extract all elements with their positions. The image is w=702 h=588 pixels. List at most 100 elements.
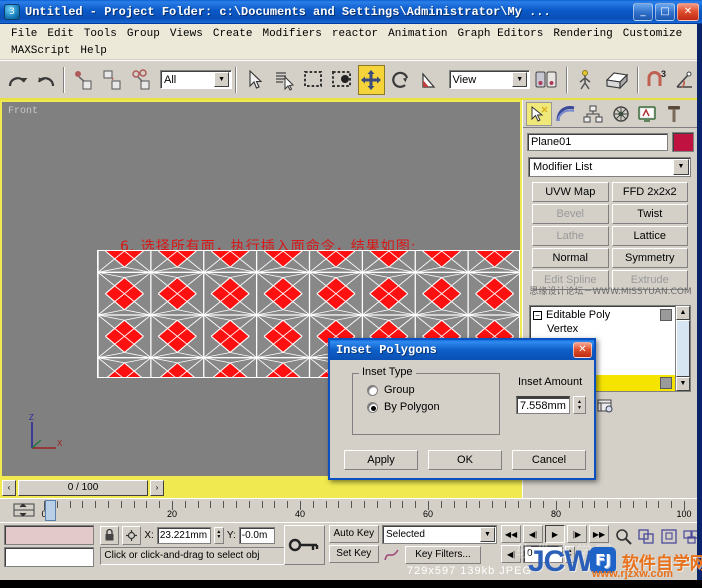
use-pivot-point-center-icon[interactable]: [531, 65, 562, 95]
align-icon[interactable]: [602, 65, 633, 95]
mirror-icon[interactable]: [572, 65, 599, 95]
open-mini-curve-editor-icon[interactable]: [12, 501, 36, 519]
dialog-close-button[interactable]: ✕: [573, 342, 592, 358]
zoom-icon[interactable]: [613, 526, 633, 546]
reference-coordinate-system-combo[interactable]: View ▼: [448, 70, 531, 89]
modifier-button-normal[interactable]: Normal: [532, 248, 609, 268]
modifier-button-twist[interactable]: Twist: [611, 204, 688, 224]
previous-frame-arrow[interactable]: ‹: [2, 480, 16, 496]
hierarchy-tab[interactable]: [580, 102, 606, 126]
menu-create[interactable]: Create: [208, 27, 258, 41]
stack-visibility-toggle[interactable]: [660, 309, 672, 321]
stack-visibility-toggle-selected[interactable]: [660, 377, 672, 389]
modifier-button-uvw-map[interactable]: UVW Map: [532, 182, 609, 202]
current-frame-field[interactable]: 0: [523, 545, 563, 563]
stack-scrollbar[interactable]: ▲ ▼: [675, 306, 690, 391]
window-crossing-icon[interactable]: [329, 65, 356, 95]
selection-filter-combo[interactable]: All ▼: [160, 70, 233, 89]
motion-tab[interactable]: [607, 102, 633, 126]
menu-animation[interactable]: Animation: [383, 27, 452, 41]
expand-collapse-icon[interactable]: −: [533, 310, 542, 320]
absolute-mode-transform-icon[interactable]: [122, 525, 142, 545]
x-spinner[interactable]: ▲ ▼: [213, 526, 224, 544]
unlink-selection-icon[interactable]: [99, 65, 126, 95]
display-tab[interactable]: [634, 102, 660, 126]
menu-tools[interactable]: Tools: [79, 27, 122, 41]
select-by-name-icon[interactable]: [270, 65, 297, 95]
select-and-uniform-scale-icon[interactable]: [416, 65, 443, 95]
radio-by-polygon[interactable]: [367, 401, 378, 413]
key-mode-toggle-icon[interactable]: [284, 525, 325, 565]
modifier-button-lathe[interactable]: Lathe: [532, 226, 609, 246]
modifier-button-lattice[interactable]: Lattice: [611, 226, 688, 246]
chevron-down-icon[interactable]: ▼: [512, 72, 528, 87]
snaps-toggle-icon[interactable]: 3: [643, 65, 670, 95]
radio-group[interactable]: [367, 384, 378, 396]
time-slider-thumb[interactable]: [45, 500, 56, 521]
inset-amount-field[interactable]: 7.558mm: [516, 396, 570, 414]
next-frame-button[interactable]: |▶: [567, 525, 587, 543]
key-filters-button[interactable]: Key Filters...: [405, 546, 481, 564]
zoom-extents-icon[interactable]: [659, 526, 679, 546]
go-to-start-button[interactable]: ◀◀: [501, 525, 521, 543]
play-animation-button[interactable]: ▶: [545, 525, 565, 543]
ok-button[interactable]: OK: [428, 450, 502, 470]
modifier-button-edit-spline[interactable]: Edit Spline: [532, 270, 609, 290]
menu-reactor[interactable]: reactor: [327, 27, 383, 41]
chevron-down-icon[interactable]: ▼: [480, 527, 495, 542]
chevron-down-icon[interactable]: ▼: [673, 159, 689, 175]
apply-button[interactable]: Apply: [344, 450, 418, 470]
menu-modifiers[interactable]: Modifiers: [257, 27, 326, 41]
scrollbar-thumb[interactable]: [676, 320, 690, 377]
create-tab[interactable]: [526, 101, 552, 126]
close-button[interactable]: ✕: [677, 2, 699, 21]
next-frame-arrow[interactable]: ›: [150, 480, 164, 496]
menu-edit[interactable]: Edit: [42, 27, 78, 41]
radio-by-polygon-row[interactable]: By Polygon: [367, 401, 499, 413]
auto-key-button[interactable]: Auto Key: [328, 525, 379, 543]
configure-modifier-sets-icon[interactable]: [596, 397, 614, 420]
undo-icon[interactable]: [3, 65, 30, 95]
time-slider-frame-field[interactable]: 0 / 100: [18, 480, 148, 496]
go-to-end-button[interactable]: ▶▶: [589, 525, 609, 543]
frame-spinner[interactable]: ▲ ▼: [565, 545, 575, 563]
modifier-list-combo[interactable]: Modifier List ▼: [528, 157, 691, 177]
stack-item-editable-poly[interactable]: − Editable Poly: [533, 308, 675, 322]
chevron-down-icon[interactable]: ▼: [214, 72, 230, 87]
stack-item-vertex[interactable]: Vertex: [533, 322, 675, 336]
previous-frame-button[interactable]: ◀|: [523, 525, 543, 543]
select-object-icon[interactable]: [241, 65, 268, 95]
inset-polygons-dialog[interactable]: Inset Polygons ✕ Inset Type Group By Pol…: [328, 338, 596, 480]
angle-snap-toggle-icon[interactable]: [672, 65, 699, 95]
menu-views[interactable]: Views: [165, 27, 208, 41]
minimize-button[interactable]: _: [633, 2, 653, 21]
scroll-down-icon[interactable]: ▼: [676, 377, 690, 391]
bind-to-space-warp-icon[interactable]: [128, 65, 155, 95]
radio-group-row[interactable]: Group: [367, 384, 499, 396]
menu-help[interactable]: Help: [75, 44, 111, 58]
menu-group[interactable]: Group: [122, 27, 165, 41]
menu-customize[interactable]: Customize: [618, 27, 687, 41]
menu-file[interactable]: File: [6, 27, 42, 41]
viewport-label[interactable]: Front: [8, 106, 38, 117]
parameter-curve-icon[interactable]: [382, 546, 402, 564]
modify-tab[interactable]: [553, 102, 579, 126]
modifier-button-symmetry[interactable]: Symmetry: [611, 248, 688, 268]
select-and-move-icon[interactable]: [357, 64, 386, 95]
menu-graph-editors[interactable]: Graph Editors: [453, 27, 549, 41]
object-color-swatch[interactable]: [672, 132, 694, 152]
select-and-link-icon[interactable]: [69, 65, 96, 95]
lock-selection-icon[interactable]: [100, 525, 120, 545]
scroll-up-icon[interactable]: ▲: [676, 306, 690, 320]
set-key-button[interactable]: Set Key: [328, 545, 379, 563]
key-mode-button[interactable]: ◀|: [501, 545, 521, 563]
menu-rendering[interactable]: Rendering: [548, 27, 617, 41]
redo-icon[interactable]: [32, 65, 59, 95]
modifier-button-extrude[interactable]: Extrude: [611, 270, 688, 290]
object-name-field[interactable]: Plane01: [527, 133, 668, 151]
x-coordinate-field[interactable]: 23.221mm: [156, 526, 211, 544]
utilities-tab[interactable]: [661, 102, 687, 126]
y-coordinate-field[interactable]: -0.0m: [238, 526, 275, 544]
modifier-button-bevel[interactable]: Bevel: [532, 204, 609, 224]
inset-amount-spinner[interactable]: ▲ ▼: [573, 396, 586, 414]
